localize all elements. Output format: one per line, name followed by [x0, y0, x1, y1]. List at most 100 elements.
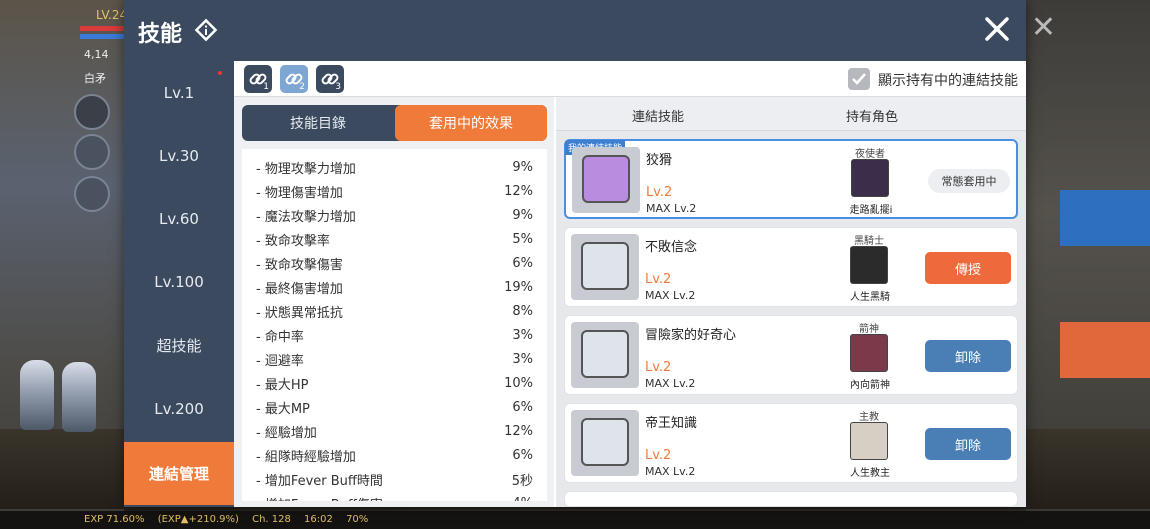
owner-name: 人生教主 [850, 468, 890, 479]
effect-row: - 物理傷害增加 12% [242, 179, 547, 203]
background-close-icon: ✕ [1030, 10, 1056, 45]
link-skill-card[interactable]: 不敗信念 Lv.2 MAX Lv.2 黑騎士 人生黑騎 傳授 [564, 227, 1018, 307]
guild-button[interactable] [1060, 322, 1150, 378]
check-icon [852, 73, 866, 85]
hud-place: 白矛 [84, 72, 106, 85]
shop-button[interactable] [1060, 190, 1150, 246]
link-skill-card[interactable]: 我的連結技能狡猾Lv.2MAX Lv.2夜使者走路亂擺i常態套用中 [564, 139, 1018, 219]
nav-item-hyper[interactable]: 超技能 [124, 314, 234, 377]
teach-button[interactable]: 傳授 [925, 252, 1011, 284]
nav-item-lv1[interactable]: Lv.1 [124, 61, 234, 124]
notification-dot [218, 71, 222, 75]
owner-job: 黑騎士 [854, 236, 884, 247]
back-arrow-icon[interactable] [74, 94, 110, 130]
effect-name: - 增加Fever Buff時間 [256, 473, 383, 489]
effect-row: - 增加Fever Buff時間 5秒 [242, 467, 547, 491]
panel-title: 技能 [138, 22, 183, 47]
effect-name: - 經驗增加 [256, 425, 317, 441]
skill-level: Lv.2 [645, 448, 672, 463]
panel-header: 技能 [124, 0, 1026, 61]
link-skill-card[interactable]: 帝王知識 Lv.2 MAX Lv.2 主教 人生教主 卸除 [564, 403, 1018, 483]
battery-text: 70% [346, 514, 369, 525]
effect-row: - 物理攻擊力增加 9% [242, 155, 547, 179]
unequip-button[interactable]: 卸除 [925, 340, 1011, 372]
hud-level: LV.24 [96, 8, 128, 22]
nav-item-label: Lv.30 [159, 146, 199, 165]
effect-value: 12% [504, 183, 533, 199]
owner-name: 人生黑騎 [850, 292, 890, 303]
side-quick-button[interactable] [74, 176, 110, 212]
side-quick-button[interactable] [74, 134, 110, 170]
nav-item-lv100[interactable]: Lv.100 [124, 250, 234, 313]
skill-max-level: MAX Lv.2 [645, 377, 696, 390]
owner-avatar [850, 246, 888, 284]
effect-row: - 致命攻擊率 5% [242, 227, 547, 251]
link-preset-button-2[interactable]: 2 [280, 65, 308, 93]
clock-text: 16:02 [304, 514, 333, 525]
skill-level: Lv.2 [645, 360, 672, 375]
info-icon[interactable] [194, 18, 218, 42]
effect-value: 6% [512, 447, 533, 463]
effect-value: 19% [504, 279, 533, 295]
skill-max-level: MAX Lv.2 [645, 289, 696, 302]
skill-icon [572, 147, 640, 213]
nav-item-lv30[interactable]: Lv.30 [124, 124, 234, 187]
effects-tabs: 技能目錄 套用中的效果 [242, 105, 547, 141]
effect-name: - 致命攻擊傷害 [256, 257, 343, 273]
exp-bonus-text: (EXP▲+210.9%) [157, 514, 239, 525]
effect-row: - 最大MP 6% [242, 395, 547, 419]
link-preset-button-1[interactable]: 1 [244, 65, 272, 93]
tab-applied-effects[interactable]: 套用中的效果 [395, 105, 547, 141]
tab-skill-list[interactable]: 技能目錄 [242, 105, 394, 141]
link-skill-card[interactable]: 冒險家的好奇心 Lv.2 MAX Lv.2 箭神內向箭神 卸除 [564, 315, 1018, 395]
effect-row: - 組隊時經驗增加 6% [242, 443, 547, 467]
link-preset-button-3[interactable]: 3 [316, 65, 344, 93]
effect-row: - 最大HP 10% [242, 371, 547, 395]
nav-item-link-manage[interactable]: 連結管理 [124, 442, 234, 505]
show-owned-checkbox[interactable] [848, 68, 870, 90]
skill-name: 冒險家的好奇心 [645, 328, 737, 343]
unequip-button[interactable]: 卸除 [925, 428, 1011, 460]
effect-row: - 致命攻擊傷害 6% [242, 251, 547, 275]
effect-name: - 物理傷害增加 [256, 185, 343, 201]
applied-effects-list[interactable]: - 物理攻擊力增加 9% - 物理傷害增加 12% - 魔法攻擊力增加 9% - 致命攻擊率… [242, 149, 547, 501]
effect-value: 9% [512, 207, 533, 223]
effect-name: - 組隊時經驗增加 [256, 449, 356, 465]
nav-item-label: 超技能 [156, 337, 202, 355]
nav-item-label: Lv.60 [159, 209, 199, 228]
effect-row: - 經驗增加 12% [242, 419, 547, 443]
effect-value: 10% [504, 375, 533, 391]
skill-level: Lv.2 [646, 185, 673, 200]
skill-name: 帝王知識 [645, 416, 698, 431]
show-owned-label: 顯示持有中的連結技能 [878, 73, 1018, 89]
effect-value: 3% [512, 327, 533, 343]
column-header-link-skill: 連結技能 [632, 110, 685, 125]
hud-mp-bar [80, 34, 124, 39]
skill-name: 不敗信念 [645, 240, 698, 255]
effect-name: - 魔法攻擊力增加 [256, 209, 356, 225]
effect-name: - 迴避率 [256, 353, 304, 369]
nav-item-lv60[interactable]: Lv.60 [124, 187, 234, 250]
hud-stat: 4,14 [84, 48, 109, 61]
effects-column: 技能目錄 套用中的效果 - 物理攻擊力增加 9% - 物理傷害增加 12% - 魔法攻擊… [234, 97, 554, 507]
effect-value: 5秒 [511, 473, 533, 489]
nav-item-label: Lv.200 [154, 399, 204, 418]
owner-job: 夜使者 [855, 149, 885, 160]
link-skill-column: 連結技能 持有角色 我的連結技能狡猾Lv.2MAX Lv.2夜使者走路亂擺i常態… [556, 97, 1026, 507]
always-applied-status: 常態套用中 [928, 169, 1010, 193]
skill-max-level: MAX Lv.2 [645, 465, 696, 478]
background-character [20, 360, 54, 430]
effect-value: 4% [512, 496, 533, 502]
effect-row: - 命中率 3% [242, 323, 547, 347]
close-icon[interactable] [982, 14, 1012, 44]
effect-value: 12% [504, 423, 533, 439]
skill-icon [571, 234, 639, 300]
owner-job: 箭神 [859, 324, 879, 335]
owner-name: 內向箭神 [850, 380, 890, 391]
link-skill-card[interactable] [564, 491, 1018, 507]
owner-avatar [851, 159, 889, 197]
effect-name: - 最大HP [256, 377, 309, 393]
nav-item-lv200[interactable]: Lv.200 [124, 377, 234, 440]
effect-row: - 增加Fever Buff傷害 4% [242, 491, 547, 502]
exp-text: EXP 71.60% [84, 514, 145, 525]
